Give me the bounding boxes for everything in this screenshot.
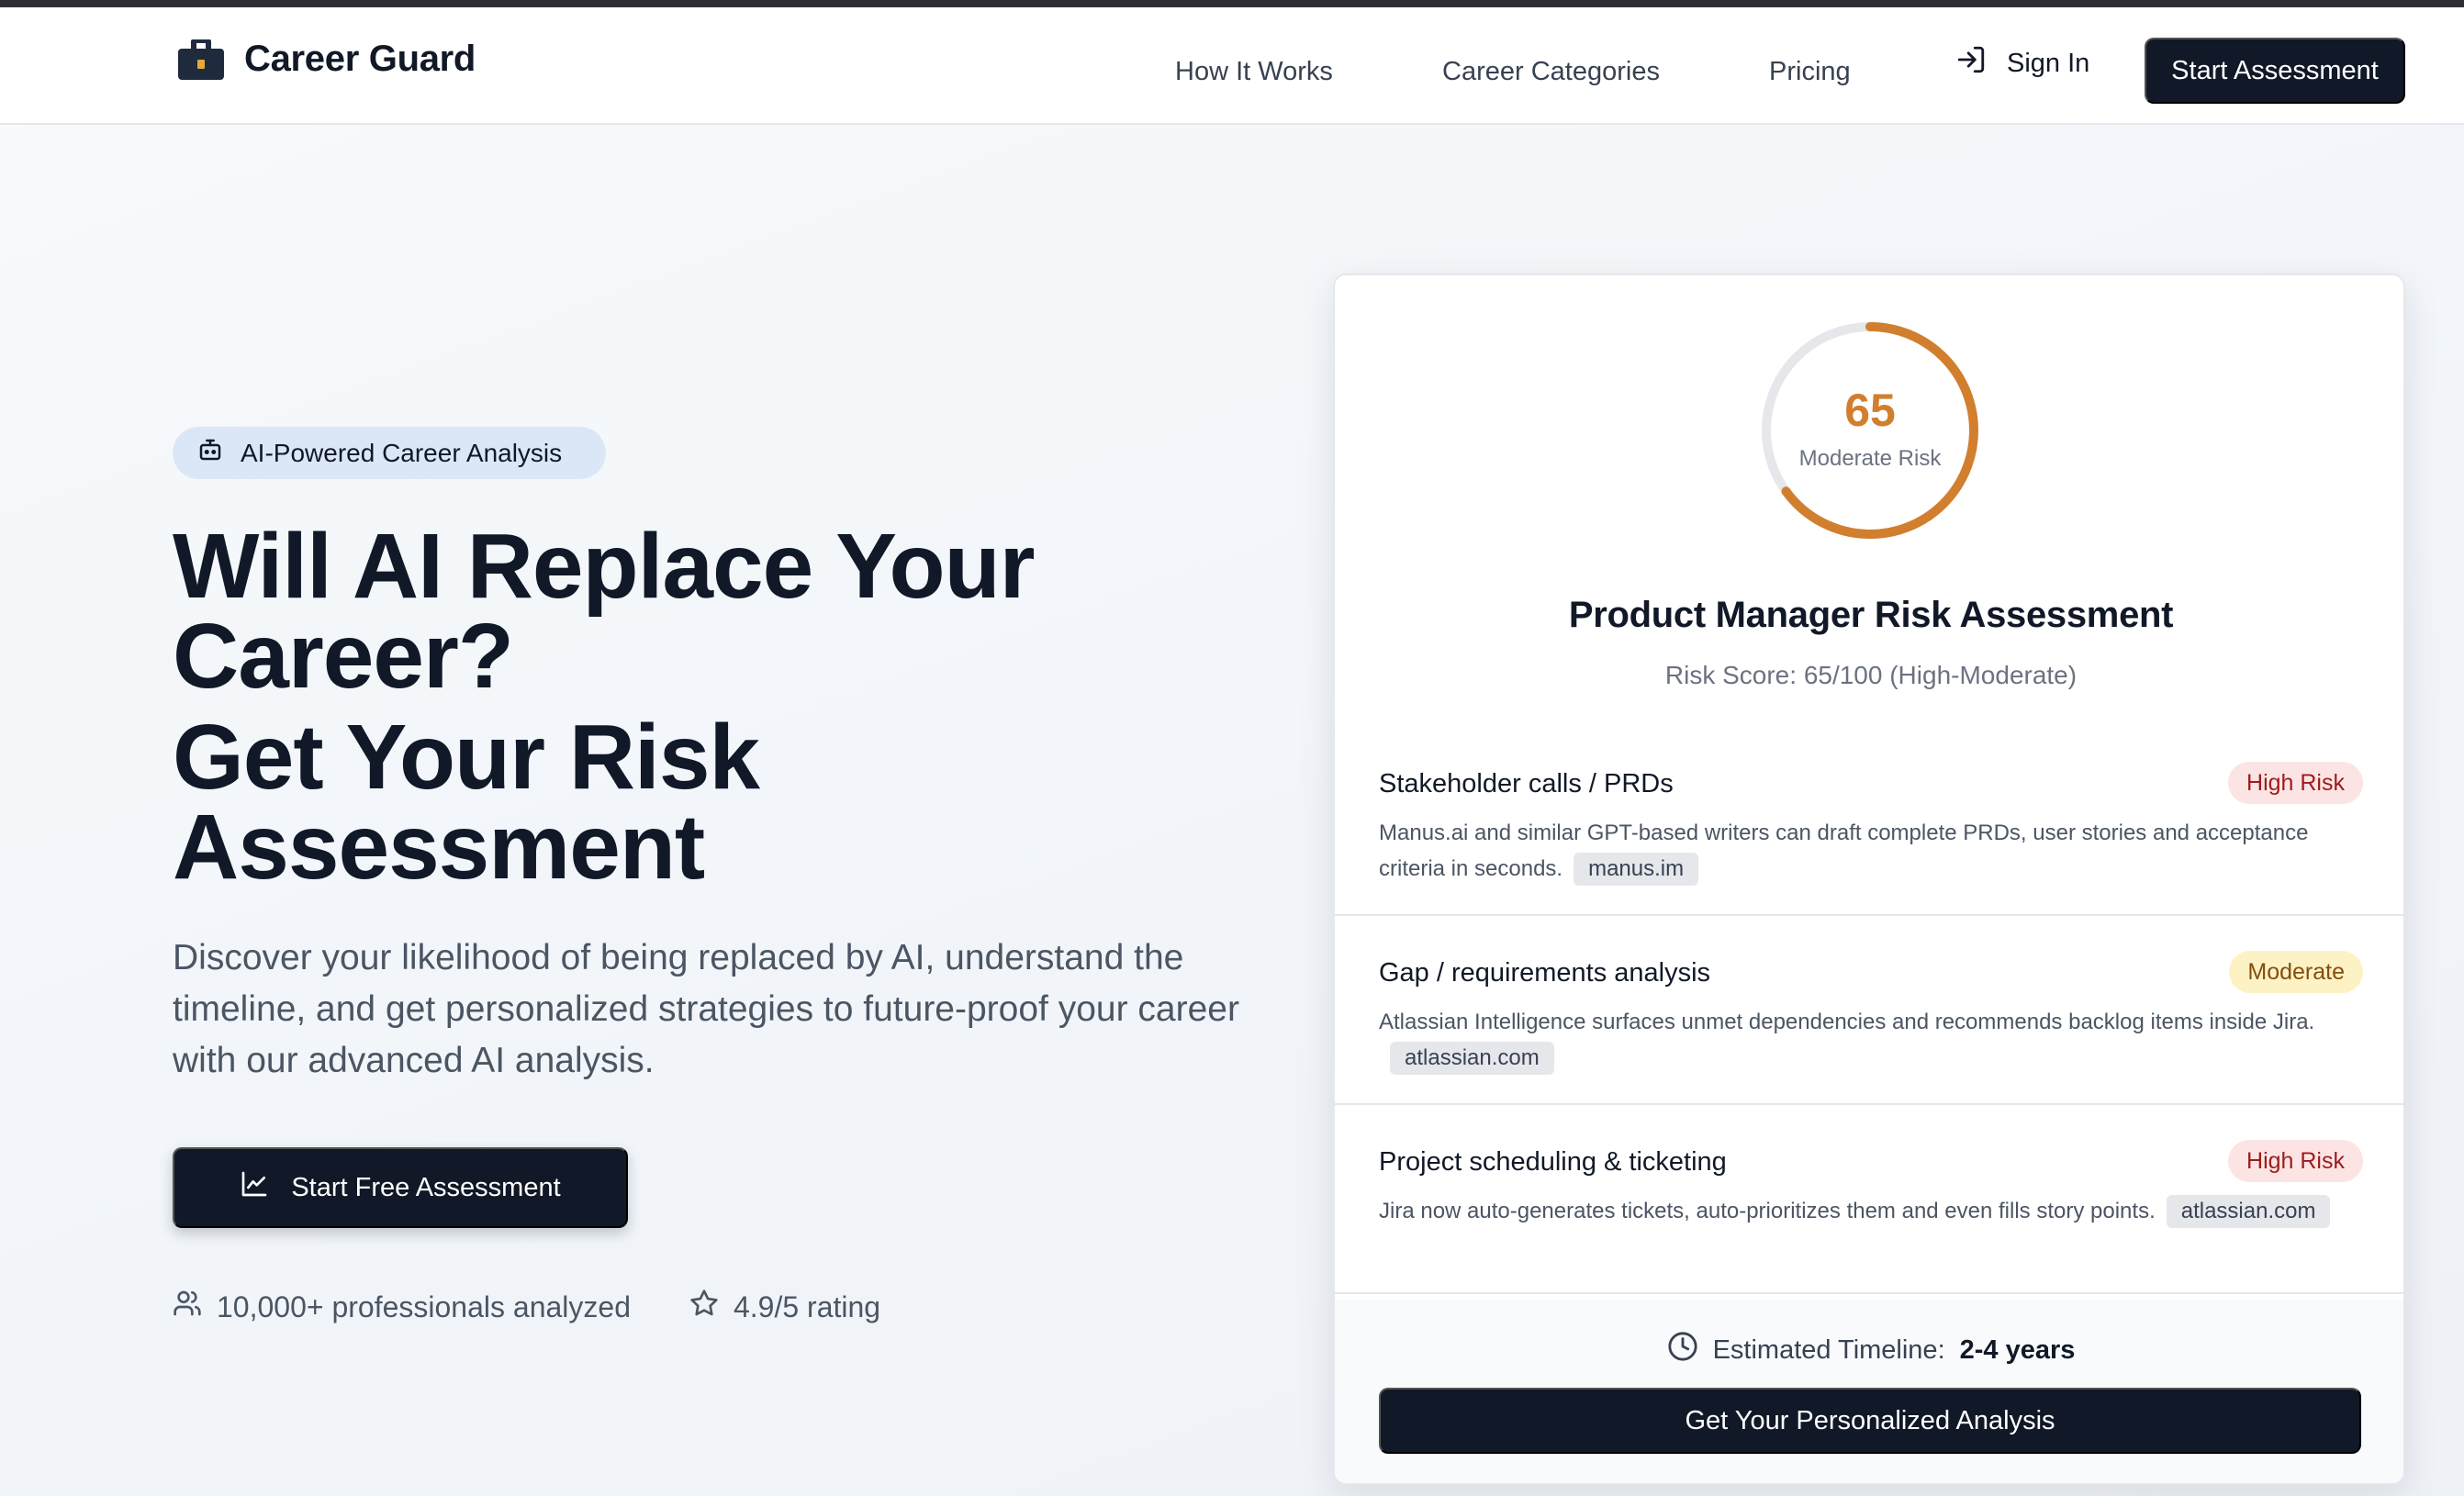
card-subtitle: Risk Score: 65/100 (High-Moderate) xyxy=(1664,661,2078,689)
ai-analysis-badge: AI-Powered Career Analysis xyxy=(173,427,606,479)
risk-item-text: Jira now auto-generates tickets, auto-pr… xyxy=(1379,1199,2156,1223)
risk-item-text: Manus.ai and similar GPT-based writers c… xyxy=(1379,821,2309,881)
top-edge-bar xyxy=(0,0,2464,7)
risk-item: Project scheduling & ticketing High Risk… xyxy=(1335,1107,2403,1294)
card-title: Product Manager Risk Assessment xyxy=(1568,595,2174,635)
brand-logo[interactable]: Career Guard xyxy=(178,39,476,80)
briefcase-icon xyxy=(178,39,224,80)
hero-description: Discover your likelihood of being replac… xyxy=(173,938,1239,1080)
source-tag[interactable]: atlassian.com xyxy=(2166,1195,2331,1228)
get-personalized-analysis-button[interactable]: Get Your Personalized Analysis xyxy=(1379,1388,2361,1454)
stat-rating: 4.9/5 rating xyxy=(689,1289,880,1325)
stat-rating-text: 4.9/5 rating xyxy=(733,1289,881,1323)
high-risk-badge: High Risk xyxy=(2228,762,2363,804)
risk-item: Gap / requirements analysis Moderate Atl… xyxy=(1335,918,2403,1105)
sign-in-label: Sign In xyxy=(2007,48,2090,78)
risk-item-name: Gap / requirements analysis xyxy=(1379,958,1711,988)
chart-line-icon xyxy=(240,1169,269,1206)
card-footer: Estimated Timeline: 2-4 years Get Your P… xyxy=(1335,1300,2403,1483)
source-tag[interactable]: atlassian.com xyxy=(1390,1042,1554,1075)
nav-how-it-works[interactable]: How It Works xyxy=(1175,57,1333,87)
nav-pricing[interactable]: Pricing xyxy=(1769,57,1851,87)
risk-item-name: Stakeholder calls / PRDs xyxy=(1379,769,1674,798)
cta-label: Start Free Assessment xyxy=(291,1172,561,1202)
risk-item: Stakeholder calls / PRDs High Risk Manus… xyxy=(1335,729,2403,916)
clock-icon xyxy=(1667,1331,1698,1369)
stat-professionals-text: 10,000+ professionals analyzed xyxy=(217,1289,631,1323)
hero-headline: Will AI Replace Your Career? xyxy=(173,515,1036,708)
source-tag[interactable]: manus.im xyxy=(1574,853,1699,886)
brand-name: Career Guard xyxy=(244,39,476,79)
moderate-risk-badge: Moderate xyxy=(2229,951,2363,993)
users-icon xyxy=(173,1289,202,1325)
risk-score-value: 65 xyxy=(1844,385,1896,436)
site-header: Career Guard How It Works Career Categor… xyxy=(0,7,2464,125)
high-risk-badge: High Risk xyxy=(2228,1140,2363,1182)
risk-item-text: Atlassian Intelligence surfaces unmet de… xyxy=(1379,1010,2315,1034)
risk-item-description: Manus.ai and similar GPT-based writers c… xyxy=(1379,815,2370,887)
sign-in-icon xyxy=(1955,44,1987,83)
risk-item-name: Project scheduling & ticketing xyxy=(1379,1147,1727,1177)
timeline-label: Estimated Timeline: xyxy=(1712,1334,1945,1365)
stat-professionals: 10,000+ professionals analyzed xyxy=(173,1289,631,1325)
start-free-assessment-button[interactable]: Start Free Assessment xyxy=(173,1147,628,1228)
estimated-timeline: Estimated Timeline: 2-4 years xyxy=(1335,1331,2403,1369)
start-assessment-button[interactable]: Start Assessment xyxy=(2145,38,2405,104)
hero-subheadline: Get Your Risk Assessment xyxy=(173,706,760,899)
badge-label: AI-Powered Career Analysis xyxy=(241,438,563,467)
nav-career-categories[interactable]: Career Categories xyxy=(1442,57,1660,87)
risk-item-description: Jira now auto-generates tickets, auto-pr… xyxy=(1379,1193,2370,1229)
risk-assessment-card: 65 Moderate Risk Product Manager Risk As… xyxy=(1333,274,2405,1485)
risk-score-label: Moderate Risk xyxy=(1798,446,1942,471)
timeline-value: 2-4 years xyxy=(1959,1334,2076,1365)
bot-icon xyxy=(196,436,224,470)
star-icon xyxy=(689,1289,719,1325)
sign-in-link[interactable]: Sign In xyxy=(1955,44,2089,83)
risk-item-description: Atlassian Intelligence surfaces unmet de… xyxy=(1379,1004,2370,1076)
hero-stats: 10,000+ professionals analyzed 4.9/5 rat… xyxy=(173,1289,880,1325)
